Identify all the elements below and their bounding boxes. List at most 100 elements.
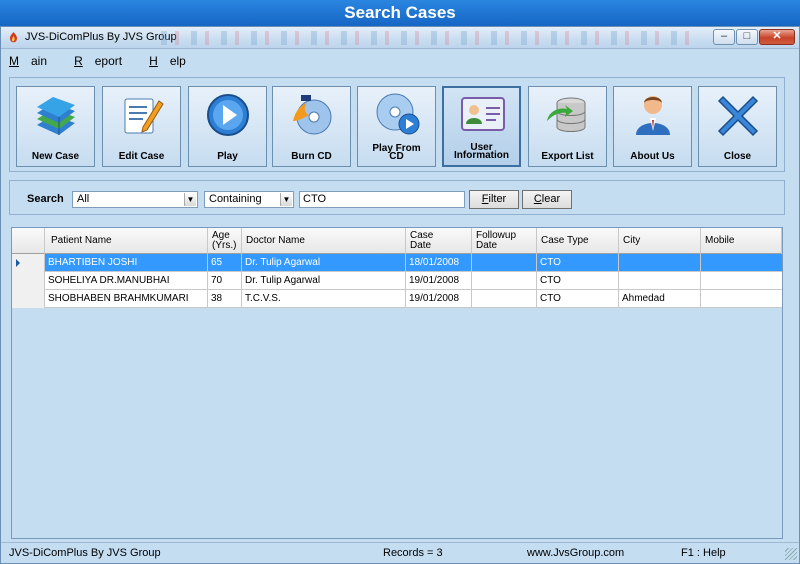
status-app-name: JVS-DiComPlus By JVS Group xyxy=(9,547,161,559)
chevron-down-icon[interactable]: ▼ xyxy=(280,193,292,206)
close-x-icon xyxy=(717,95,759,137)
col-case-date[interactable]: Case Date xyxy=(406,228,472,254)
close-label: Close xyxy=(723,151,752,162)
col-doctor-name[interactable]: Doctor Name xyxy=(242,228,406,254)
close-button[interactable]: Close xyxy=(698,86,777,167)
export-list-label: Export List xyxy=(541,151,594,162)
menu-help-label: elp xyxy=(169,54,186,68)
grid-header: Patient Name Age (Yrs.) Doctor Name Case D… xyxy=(12,228,782,254)
title-bar[interactable]: JVS-DiComPlus By JVS Group – □ ✕ xyxy=(1,27,799,49)
menu-main-mnemonic: M xyxy=(9,54,19,68)
cell-mobile[interactable] xyxy=(701,290,782,308)
cell-followup-date[interactable] xyxy=(472,272,537,290)
col-mobile[interactable]: Mobile xyxy=(701,228,782,254)
search-panel: Search All ▼ Containing ▼ CTO Filter Cle… xyxy=(9,180,785,215)
cell-case-date[interactable]: 18/01/2008 xyxy=(406,254,472,272)
cell-followup-date[interactable] xyxy=(472,254,537,272)
cell-mobile[interactable] xyxy=(701,254,782,272)
about-us-button[interactable]: About Us xyxy=(613,86,692,167)
row-header[interactable] xyxy=(12,290,45,308)
col-patient-name[interactable]: Patient Name xyxy=(45,228,208,254)
menu-main-label: ain xyxy=(31,54,48,68)
play-from-cd-button[interactable]: Play From CD xyxy=(357,86,436,167)
filter-label: ilter xyxy=(488,193,507,205)
menu-main[interactable]: Main xyxy=(9,54,59,68)
cases-grid[interactable]: Patient Name Age (Yrs.) Doctor Name Case D… xyxy=(11,227,783,539)
col-city[interactable]: City xyxy=(619,228,701,254)
cell-city[interactable] xyxy=(619,254,701,272)
play-from-cd-icon xyxy=(376,93,420,135)
current-row-indicator-icon xyxy=(16,259,20,267)
cell-city[interactable] xyxy=(619,272,701,290)
table-row[interactable]: SOHELIYA DR.MANUBHAI 70 Dr. Tulip Agarwa… xyxy=(12,272,782,290)
status-help-hint: F1 : Help xyxy=(681,547,726,559)
cell-mobile[interactable] xyxy=(701,272,782,290)
user-card-icon xyxy=(461,97,505,131)
page-banner: Search Cases xyxy=(0,0,800,26)
cell-doctor-name[interactable]: Dr. Tulip Agarwal xyxy=(242,272,406,290)
user-information-button[interactable]: User Information xyxy=(442,86,521,167)
search-field-select[interactable]: All ▼ xyxy=(72,191,198,208)
row-header[interactable] xyxy=(12,272,45,290)
cell-doctor-name[interactable]: T.C.V.S. xyxy=(242,290,406,308)
status-bar: JVS-DiComPlus By JVS Group Records = 3 w… xyxy=(1,542,799,562)
minimize-button[interactable]: – xyxy=(713,29,735,45)
burn-cd-button[interactable]: Burn CD xyxy=(272,86,351,167)
export-list-button[interactable]: Export List xyxy=(528,86,607,167)
close-window-button[interactable]: ✕ xyxy=(759,29,795,45)
menu-help[interactable]: Help xyxy=(149,54,198,68)
menu-bar: Main Report Help xyxy=(9,54,210,72)
new-case-button[interactable]: New Case xyxy=(16,86,95,167)
cell-case-date[interactable]: 19/01/2008 xyxy=(406,272,472,290)
edit-case-button[interactable]: Edit Case xyxy=(102,86,181,167)
status-records-count: Records = 3 xyxy=(383,547,443,559)
search-label: Search xyxy=(27,193,64,205)
new-case-label: New Case xyxy=(31,151,80,162)
maximize-button[interactable]: □ xyxy=(736,29,758,45)
search-input[interactable]: CTO xyxy=(299,191,465,208)
cell-doctor-name[interactable]: Dr. Tulip Agarwal xyxy=(242,254,406,272)
title-bar-decoration xyxy=(161,31,701,45)
col-followup-date[interactable]: Followup Date xyxy=(472,228,537,254)
app-window: JVS-DiComPlus By JVS Group – □ ✕ Main Re… xyxy=(0,26,800,564)
menu-report[interactable]: Report xyxy=(74,54,134,68)
burn-cd-icon xyxy=(293,95,332,135)
user-information-label-line2: Information xyxy=(454,150,509,161)
row-header-corner xyxy=(12,228,45,254)
books-icon xyxy=(37,97,75,135)
cell-case-type[interactable]: CTO xyxy=(537,290,619,308)
cell-patient-name[interactable]: SHOBHABEN BRAHMKUMARI xyxy=(45,290,208,308)
play-icon xyxy=(207,94,249,136)
col-age[interactable]: Age (Yrs.) xyxy=(208,228,242,254)
cell-followup-date[interactable] xyxy=(472,290,537,308)
person-icon xyxy=(636,96,670,135)
burn-cd-label: Burn CD xyxy=(291,151,332,162)
cell-case-type[interactable]: CTO xyxy=(537,254,619,272)
col-case-type[interactable]: Case Type xyxy=(537,228,619,254)
table-row[interactable]: BHARTIBEN JOSHI 65 Dr. Tulip Agarwal 18/… xyxy=(12,254,782,272)
chevron-down-icon[interactable]: ▼ xyxy=(184,193,196,206)
row-header[interactable] xyxy=(12,254,45,272)
status-website: www.JvsGroup.com xyxy=(527,547,625,559)
cell-case-date[interactable]: 19/01/2008 xyxy=(406,290,472,308)
app-icon xyxy=(9,32,18,43)
cell-patient-name[interactable]: BHARTIBEN JOSHI xyxy=(45,254,208,272)
filter-button[interactable]: Filter xyxy=(469,190,519,209)
clear-label: lear xyxy=(541,193,561,205)
cell-age[interactable]: 65 xyxy=(208,254,242,272)
search-mode-select[interactable]: Containing ▼ xyxy=(204,191,294,208)
table-row[interactable]: SHOBHABEN BRAHMKUMARI 38 T.C.V.S. 19/01/… xyxy=(12,290,782,308)
cell-city[interactable]: Ahmedad xyxy=(619,290,701,308)
cell-case-type[interactable]: CTO xyxy=(537,272,619,290)
search-mode-value: Containing xyxy=(209,193,262,205)
cell-age[interactable]: 70 xyxy=(208,272,242,290)
menu-report-mnemonic: R xyxy=(74,54,83,68)
cell-age[interactable]: 38 xyxy=(208,290,242,308)
resize-grip[interactable] xyxy=(785,548,797,560)
database-export-icon xyxy=(547,97,586,132)
clear-button[interactable]: Clear xyxy=(522,190,572,209)
play-button[interactable]: Play xyxy=(188,86,267,167)
search-field-value: All xyxy=(77,193,90,205)
cell-patient-name[interactable]: SOHELIYA DR.MANUBHAI xyxy=(45,272,208,290)
edit-document-icon xyxy=(124,98,164,134)
